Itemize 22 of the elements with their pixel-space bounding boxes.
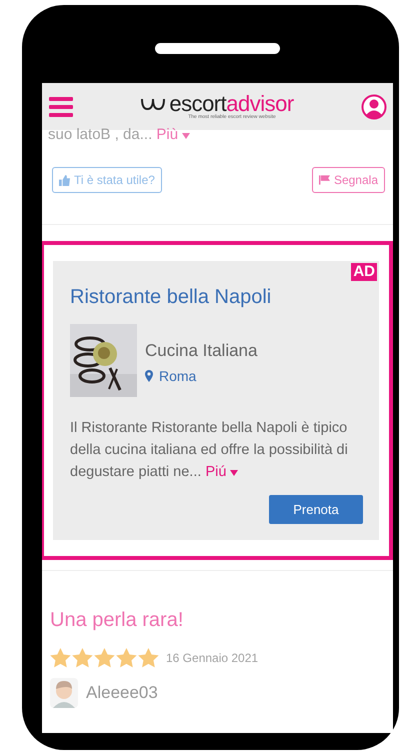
caret-icon [230, 470, 238, 476]
restaurant-description: Il Ristorante Ristorante bella Napoli è tipico della cucina italiana ed offre la possibilità di degustare piatti ne... Piú [70, 419, 349, 482]
review-title: Una perla rara! [50, 609, 184, 632]
flag-icon [318, 175, 330, 185]
logo-text: escortadvisor [169, 93, 294, 115]
avatar-icon [50, 678, 78, 708]
thumbs-up-icon [59, 174, 70, 186]
review-date: 16 Gennaio 2021 [166, 651, 258, 665]
ad-badge: AD [351, 263, 377, 281]
book-button[interactable]: Prenota [269, 495, 363, 524]
more-link[interactable]: Piú [205, 464, 238, 480]
caret-icon [182, 133, 190, 139]
city-link[interactable]: Roma [159, 368, 196, 384]
review-excerpt: suo latoB , da... Più [48, 126, 393, 144]
user-icon[interactable] [361, 94, 387, 120]
report-button[interactable]: Segnala [312, 167, 385, 193]
location-pin-icon [145, 370, 153, 382]
cuisine-label: Cucina Italiana [145, 341, 258, 361]
menu-icon[interactable] [49, 96, 73, 116]
author-name: Aleeee03 [86, 683, 158, 703]
restaurant-title[interactable]: Ristorante bella Napoli [70, 285, 363, 309]
logo-icon [140, 97, 166, 111]
